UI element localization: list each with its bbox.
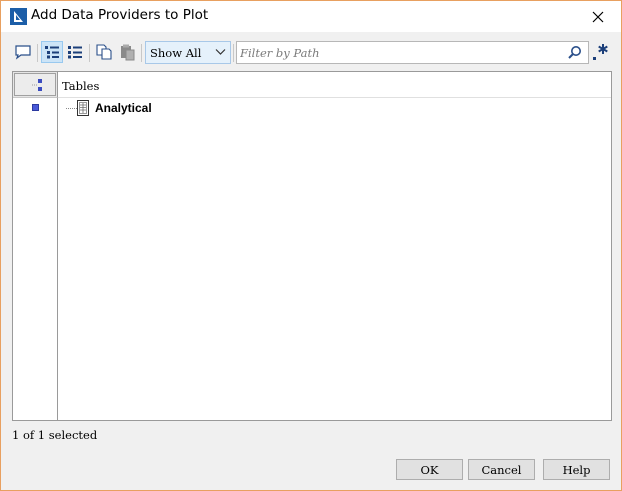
tree-view-icon xyxy=(45,46,59,59)
tree-row-label: Analytical xyxy=(95,101,152,115)
close-icon xyxy=(592,11,604,22)
paste-icon xyxy=(121,44,135,61)
close-button[interactable] xyxy=(575,1,621,32)
regex-toggle-icon[interactable] xyxy=(592,40,610,64)
chevron-down-icon xyxy=(215,49,226,55)
tree-expand-icon xyxy=(32,79,42,91)
table-icon xyxy=(77,100,89,116)
data-provider-tree: Tables Analytical xyxy=(12,71,612,421)
tables-column-label: Tables xyxy=(62,79,100,93)
list-view-button[interactable] xyxy=(64,41,86,63)
copy-button[interactable] xyxy=(93,41,115,63)
window-title: Add Data Providers to Plot xyxy=(31,7,209,23)
toolbar-divider xyxy=(37,44,38,62)
app-logo-icon xyxy=(10,8,27,25)
path-filter-input[interactable] xyxy=(237,42,557,64)
show-filter-select[interactable]: Show All xyxy=(145,41,231,64)
search-icon[interactable] xyxy=(567,45,582,60)
tree-connector xyxy=(66,108,77,109)
tree-view-button[interactable] xyxy=(41,41,63,63)
check-column-header[interactable] xyxy=(13,72,58,98)
tables-column-header[interactable]: Tables xyxy=(58,72,611,98)
list-view-icon xyxy=(68,46,82,59)
comment-button[interactable] xyxy=(12,41,34,63)
toolbar-divider xyxy=(233,44,234,62)
path-filter-field[interactable] xyxy=(236,41,589,64)
toolbar-divider xyxy=(141,44,142,62)
cancel-button[interactable]: Cancel xyxy=(468,459,535,480)
dialog-window: Add Data Providers to Plot Show All Filt… xyxy=(0,0,622,491)
comment-icon xyxy=(15,45,31,60)
ok-button[interactable]: OK xyxy=(396,459,463,480)
show-filter-value: Show All xyxy=(150,45,202,60)
paste-button[interactable] xyxy=(116,41,138,63)
toolbar: Show All xyxy=(1,40,621,66)
toolbar-divider xyxy=(89,44,90,62)
help-button[interactable]: Help xyxy=(543,459,610,480)
check-column xyxy=(13,98,58,420)
copy-icon xyxy=(96,44,112,60)
title-bar[interactable]: Add Data Providers to Plot xyxy=(1,1,621,32)
row-checkbox-analytical[interactable] xyxy=(32,104,39,111)
tree-row-analytical[interactable]: Analytical xyxy=(58,98,611,118)
selection-status: 1 of 1 selected xyxy=(12,428,98,442)
